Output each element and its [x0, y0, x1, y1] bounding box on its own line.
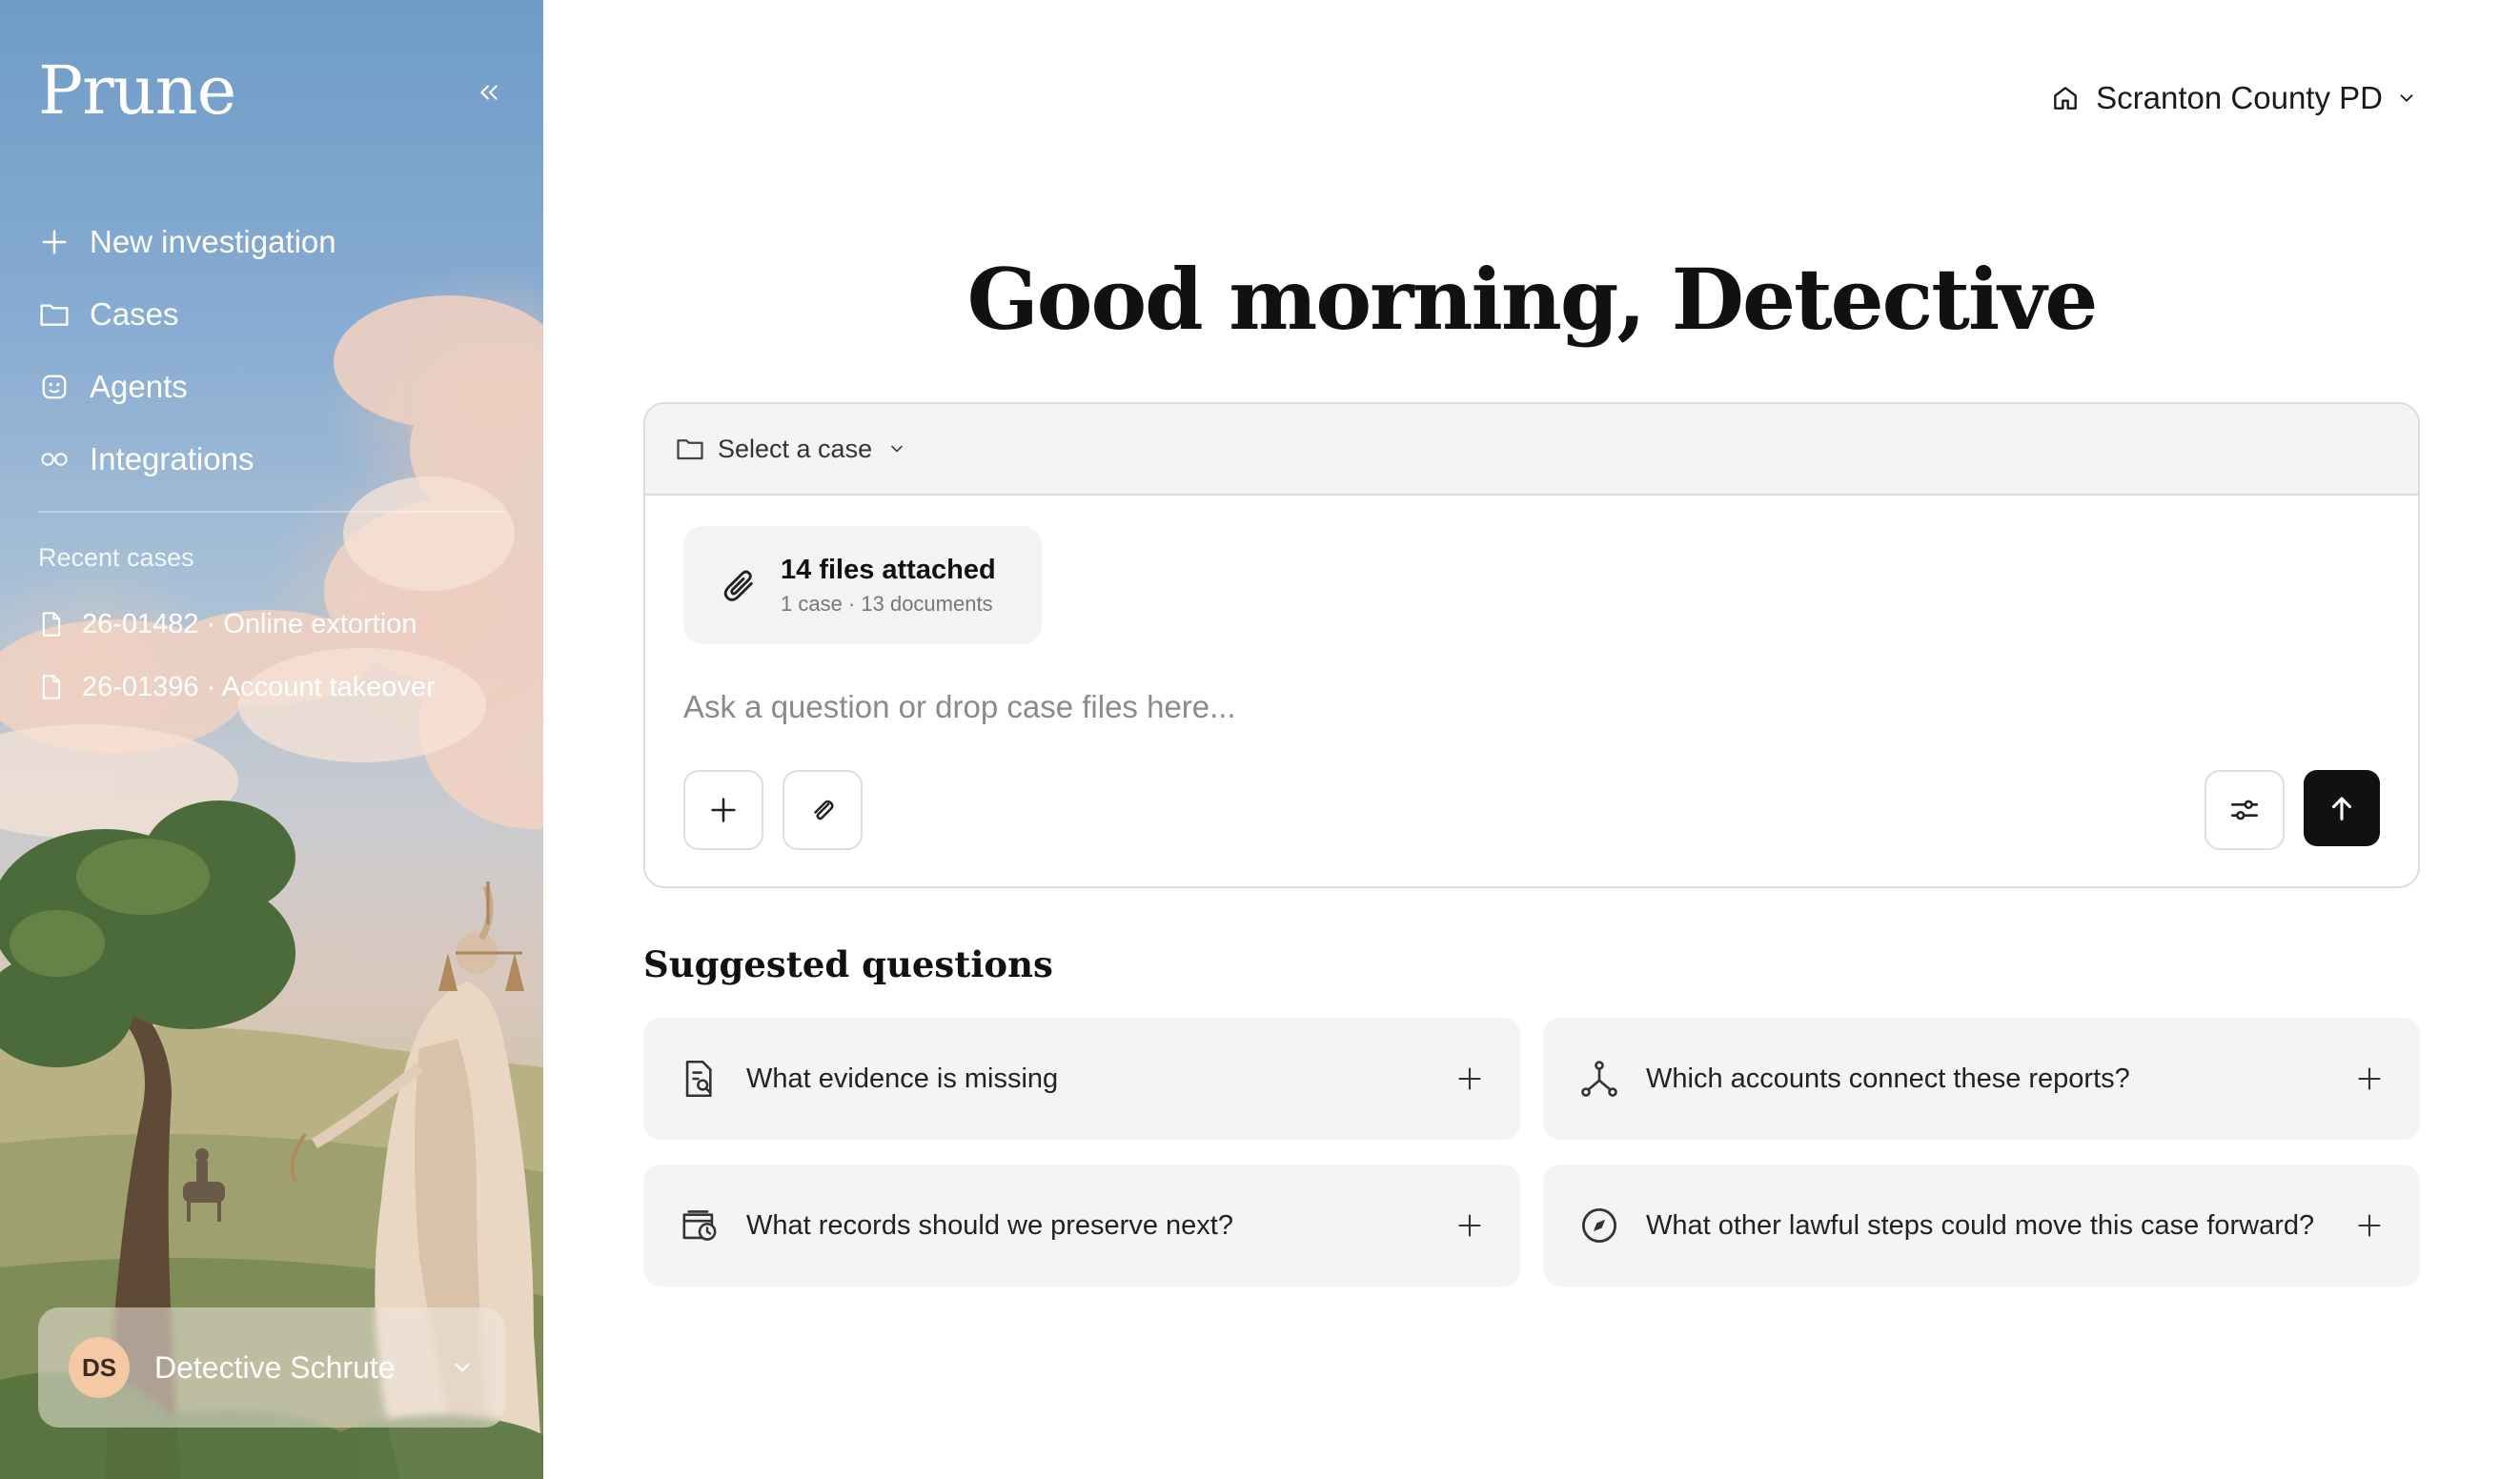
organization-name: Scranton County PD: [2096, 80, 2383, 115]
attach-button[interactable]: [782, 770, 863, 850]
folder-icon: [676, 436, 704, 461]
home-icon: [2050, 83, 2081, 113]
file-icon: [38, 672, 65, 702]
question-input[interactable]: [683, 680, 2380, 734]
sidebar-divider: [38, 511, 505, 513]
sidebar-item-new-investigation[interactable]: New investigation: [38, 206, 505, 278]
recent-case-item[interactable]: 26-01396 · Account takeover: [38, 656, 524, 719]
compass-icon: [1579, 1205, 1619, 1246]
case-select-label: Select a case: [718, 434, 873, 463]
plus-icon: [2355, 1064, 2384, 1093]
folder-icon: [38, 298, 71, 331]
suggestion-card[interactable]: Which accounts connect these reports?: [1543, 1018, 2420, 1140]
suggested-questions-heading: Suggested questions: [643, 943, 1053, 985]
recent-cases-heading: Recent cases: [38, 543, 194, 572]
arrow-up-icon: [2331, 797, 2352, 821]
sidebar-nav: New investigation Cases Agents Integrati…: [38, 206, 505, 496]
suggestion-card[interactable]: What records should we preserve next?: [643, 1165, 1520, 1287]
suggestion-card[interactable]: What other lawful steps could move this …: [1543, 1165, 2420, 1287]
paperclip-icon: [720, 566, 758, 604]
add-button[interactable]: [683, 770, 763, 850]
sidebar-item-integrations[interactable]: Integrations: [38, 423, 505, 496]
chevrons-left-icon: [480, 85, 498, 100]
composer-header: Select a case: [645, 404, 2418, 496]
document-search-icon: [680, 1059, 720, 1099]
chevron-down-icon: [2396, 88, 2417, 109]
paperclip-icon: [814, 800, 834, 821]
sidebar: Prune New investigation Cases Agents Int…: [0, 0, 543, 1479]
plus-icon: [1455, 1064, 1484, 1093]
suggestion-text: What records should we preserve next?: [746, 1210, 1233, 1241]
sidebar-item-label: Agents: [90, 369, 188, 404]
sidebar-item-label: Cases: [90, 296, 179, 332]
suggestion-text: What other lawful steps could move this …: [1646, 1210, 2315, 1241]
avatar: DS: [69, 1337, 130, 1398]
composer: Select a case 14 files attached 1 case ·…: [643, 402, 2420, 888]
sliders-icon: [2230, 800, 2259, 821]
plus-icon: [2355, 1211, 2384, 1240]
recent-case-label: 26-01396 · Account takeover: [82, 671, 436, 702]
plus-icon: [711, 798, 736, 822]
file-icon: [38, 609, 65, 639]
suggestion-text: Which accounts connect these reports?: [1646, 1064, 2130, 1094]
plus-icon: [38, 226, 71, 258]
sidebar-item-cases[interactable]: Cases: [38, 278, 505, 351]
recent-case-label: 26-01482 · Online extortion: [82, 608, 417, 639]
attachment-subtitle: 1 case · 13 documents: [781, 591, 993, 616]
chevron-down-icon: [455, 1363, 470, 1372]
collapse-sidebar-button[interactable]: [471, 74, 507, 111]
app-logo[interactable]: Prune: [38, 51, 236, 130]
page-title: Good morning, Detective: [966, 250, 2099, 349]
network-icon: [1579, 1059, 1619, 1099]
agent-face-icon: [38, 371, 71, 403]
recent-cases-list: 26-01482 · Online extortion 26-01396 · A…: [38, 593, 524, 719]
case-select-dropdown[interactable]: Select a case: [676, 435, 906, 464]
user-menu[interactable]: DS Detective Schrute: [38, 1307, 505, 1428]
plus-icon: [1455, 1211, 1484, 1240]
sidebar-item-label: Integrations: [90, 441, 254, 476]
suggestion-text: What evidence is missing: [746, 1064, 1059, 1094]
sidebar-item-label: New investigation: [90, 224, 336, 259]
organization-switcher[interactable]: Scranton County PD: [2050, 80, 2417, 116]
infinity-icon: [38, 443, 71, 476]
suggestion-card[interactable]: What evidence is missing: [643, 1018, 1520, 1140]
user-name: Detective Schrute: [154, 1349, 396, 1385]
chevron-down-icon: [887, 439, 906, 458]
attachment-chip[interactable]: 14 files attached 1 case · 13 documents: [683, 526, 1042, 644]
archive-clock-icon: [680, 1205, 720, 1246]
send-button[interactable]: [2304, 770, 2380, 846]
settings-button[interactable]: [2205, 770, 2285, 850]
attachment-title: 14 files attached: [781, 554, 996, 585]
sidebar-item-agents[interactable]: Agents: [38, 351, 505, 423]
recent-case-item[interactable]: 26-01482 · Online extortion: [38, 593, 524, 656]
suggested-questions: What evidence is missing Which accounts …: [643, 1018, 2420, 1287]
